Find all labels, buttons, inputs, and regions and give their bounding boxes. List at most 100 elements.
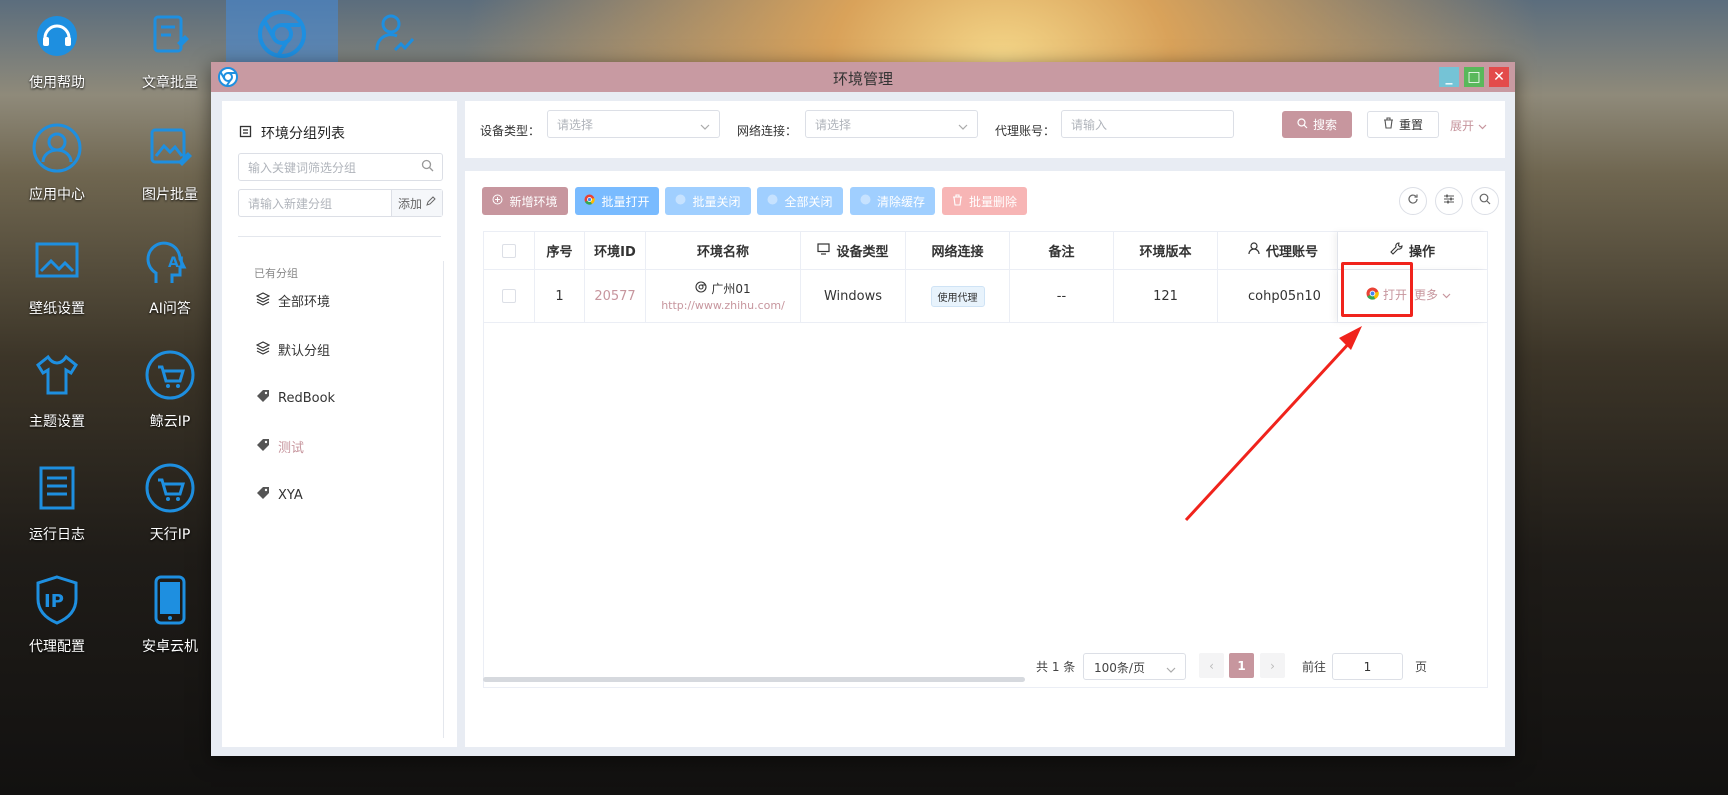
- layers-icon: [255, 291, 271, 310]
- current-page-button[interactable]: 1: [1229, 653, 1254, 678]
- prev-page-button[interactable]: ‹: [1199, 653, 1224, 678]
- group-item-redbook[interactable]: RedBook: [256, 389, 335, 407]
- desktop-icon-proxy-config[interactable]: IP 代理配置: [2, 570, 112, 656]
- article-edit-icon: [140, 6, 200, 66]
- window-titlebar[interactable]: 环境管理 _ □ ✕: [211, 62, 1515, 92]
- table-search-button[interactable]: [1471, 187, 1499, 215]
- desktop-icon-ai-qa[interactable]: AI AI问答: [115, 232, 225, 318]
- header-actions-label: 操作: [1408, 245, 1435, 260]
- desktop-icon-image-batch[interactable]: 图片批量: [115, 118, 225, 204]
- search-button[interactable]: 搜索: [1282, 111, 1352, 138]
- desktop-icon-label: 壁纸设置: [29, 301, 85, 317]
- desktop-icon-run-log[interactable]: 运行日志: [2, 458, 112, 544]
- next-page-button[interactable]: ›: [1260, 653, 1285, 678]
- table-horizontal-scrollbar[interactable]: [483, 677, 1025, 682]
- desktop-icon-label: 应用中心: [29, 187, 85, 203]
- new-group-placeholder: 请输入新建分组: [248, 197, 333, 211]
- environment-table: 序号 环境ID 环境名称 设备类型 网络连接 备注 环境版本 代理账号 操作 1…: [483, 231, 1488, 688]
- layers-icon: [255, 340, 271, 359]
- tshirt-icon: [27, 345, 87, 405]
- desktop-icon-label: 文章批量: [142, 75, 198, 91]
- header-env-name: 环境名称: [646, 232, 801, 269]
- clear-cache-button[interactable]: 清除缓存: [850, 187, 935, 215]
- close-all-button[interactable]: 全部关闭: [757, 187, 843, 215]
- new-group-input[interactable]: 请输入新建分组 添加: [238, 189, 443, 217]
- header-select-all[interactable]: [484, 232, 535, 269]
- user-circle-icon: [27, 118, 87, 178]
- group-item-xya[interactable]: XYA: [256, 486, 303, 504]
- minimize-button[interactable]: _: [1439, 67, 1459, 87]
- row-proxy-account: cohp05n10: [1218, 270, 1338, 322]
- group-item-label: 默认分组: [278, 344, 331, 359]
- env-url-link[interactable]: http://www.zhihu.com/: [661, 299, 785, 312]
- batch-delete-label: 批量删除: [968, 194, 1017, 209]
- network-select[interactable]: 请选择: [805, 110, 978, 138]
- page-size-select[interactable]: 100条/页: [1083, 653, 1186, 680]
- desktop-icon-theme[interactable]: 主题设置: [2, 345, 112, 431]
- desktop-icon-help[interactable]: 使用帮助: [2, 6, 112, 92]
- batch-close-button[interactable]: 批量关闭: [665, 187, 751, 215]
- group-panel-divider: [238, 236, 441, 237]
- select-all-checkbox[interactable]: [502, 243, 516, 258]
- expand-filters-button[interactable]: 展开: [1450, 117, 1487, 134]
- environment-list-panel: 新增环境 批量打开 批量关闭 全部关闭 清除缓存 批量删除 序号 环境ID 环境…: [465, 171, 1505, 747]
- proxy-account-placeholder: 请输入: [1071, 118, 1108, 132]
- desktop-icon-android-cloud[interactable]: 安卓云机: [115, 570, 225, 656]
- new-environment-button[interactable]: 新增环境: [482, 187, 568, 215]
- more-actions-dropdown[interactable]: 更多: [1414, 286, 1451, 303]
- tag-icon: [256, 438, 270, 456]
- header-remark: 备注: [1010, 232, 1114, 269]
- image-edit-icon: [140, 118, 200, 178]
- env-name-text: 广州01: [711, 282, 751, 296]
- group-item-default[interactable]: 默认分组: [255, 340, 331, 359]
- env-name-block: 广州01 http://www.zhihu.com/: [661, 280, 785, 312]
- row-checkbox[interactable]: [502, 289, 516, 303]
- close-button[interactable]: ✕: [1489, 67, 1509, 87]
- desktop-icon-article-batch[interactable]: 文章批量: [115, 6, 225, 92]
- chevron-down-icon: [700, 119, 710, 134]
- trash-icon: [1383, 117, 1394, 132]
- batch-open-label: 批量打开: [601, 194, 650, 209]
- row-remark: --: [1010, 270, 1114, 322]
- desktop-icon-label: 代理配置: [29, 639, 85, 655]
- desktop-icon-app-center[interactable]: 应用中心: [2, 118, 112, 204]
- add-group-button[interactable]: 添加: [391, 190, 442, 216]
- monitor-icon: [817, 242, 831, 259]
- column-settings-button[interactable]: [1435, 187, 1463, 215]
- group-item-test[interactable]: 测试: [256, 437, 304, 456]
- wallpaper-icon: [27, 232, 87, 292]
- header-index: 序号: [535, 232, 585, 269]
- tag-icon: [256, 389, 270, 407]
- trash-icon: [952, 193, 963, 209]
- maximize-button[interactable]: □: [1464, 67, 1484, 87]
- desktop-icon-wallpaper[interactable]: 壁纸设置: [2, 232, 112, 318]
- desktop-icon-jingyun-ip[interactable]: 鲸云IP: [115, 345, 225, 431]
- add-group-label: 添加: [397, 196, 422, 211]
- reset-button[interactable]: 重置: [1367, 111, 1439, 138]
- table-header-row: 序号 环境ID 环境名称 设备类型 网络连接 备注 环境版本 代理账号 操作: [484, 232, 1487, 270]
- desktop-icon-user-chart[interactable]: [338, 4, 448, 70]
- desktop-icon-tianxing-ip[interactable]: 天行IP: [115, 458, 225, 544]
- cart-circle-icon: [140, 345, 200, 405]
- plus-circle-icon: [492, 194, 503, 208]
- chrome-icon: [675, 194, 686, 208]
- more-label: 更多: [1414, 288, 1439, 302]
- table-row[interactable]: 1 20577 广州01 http://www.zhihu.com/ Windo…: [484, 270, 1487, 323]
- row-network: 使用代理: [906, 270, 1010, 322]
- goto-page-input[interactable]: 1: [1332, 653, 1403, 680]
- group-item-label: 全部环境: [278, 295, 331, 310]
- group-search-input[interactable]: 输入关键词筛选分组: [238, 153, 443, 181]
- chrome-icon: [584, 194, 596, 208]
- proxy-account-input[interactable]: 请输入: [1061, 110, 1234, 138]
- ai-head-icon: AI: [140, 232, 200, 292]
- search-icon: [1297, 117, 1308, 132]
- batch-open-button[interactable]: 批量打开: [575, 187, 659, 215]
- row-select[interactable]: [484, 270, 535, 322]
- group-item-label: RedBook: [278, 390, 336, 406]
- group-item-all[interactable]: 全部环境: [255, 291, 331, 310]
- chevron-down-icon: [1166, 662, 1176, 677]
- device-type-select[interactable]: 请选择: [547, 110, 720, 138]
- refresh-button[interactable]: [1399, 187, 1427, 215]
- desktop-icon-browser[interactable]: [227, 4, 337, 70]
- batch-delete-button[interactable]: 批量删除: [942, 187, 1027, 215]
